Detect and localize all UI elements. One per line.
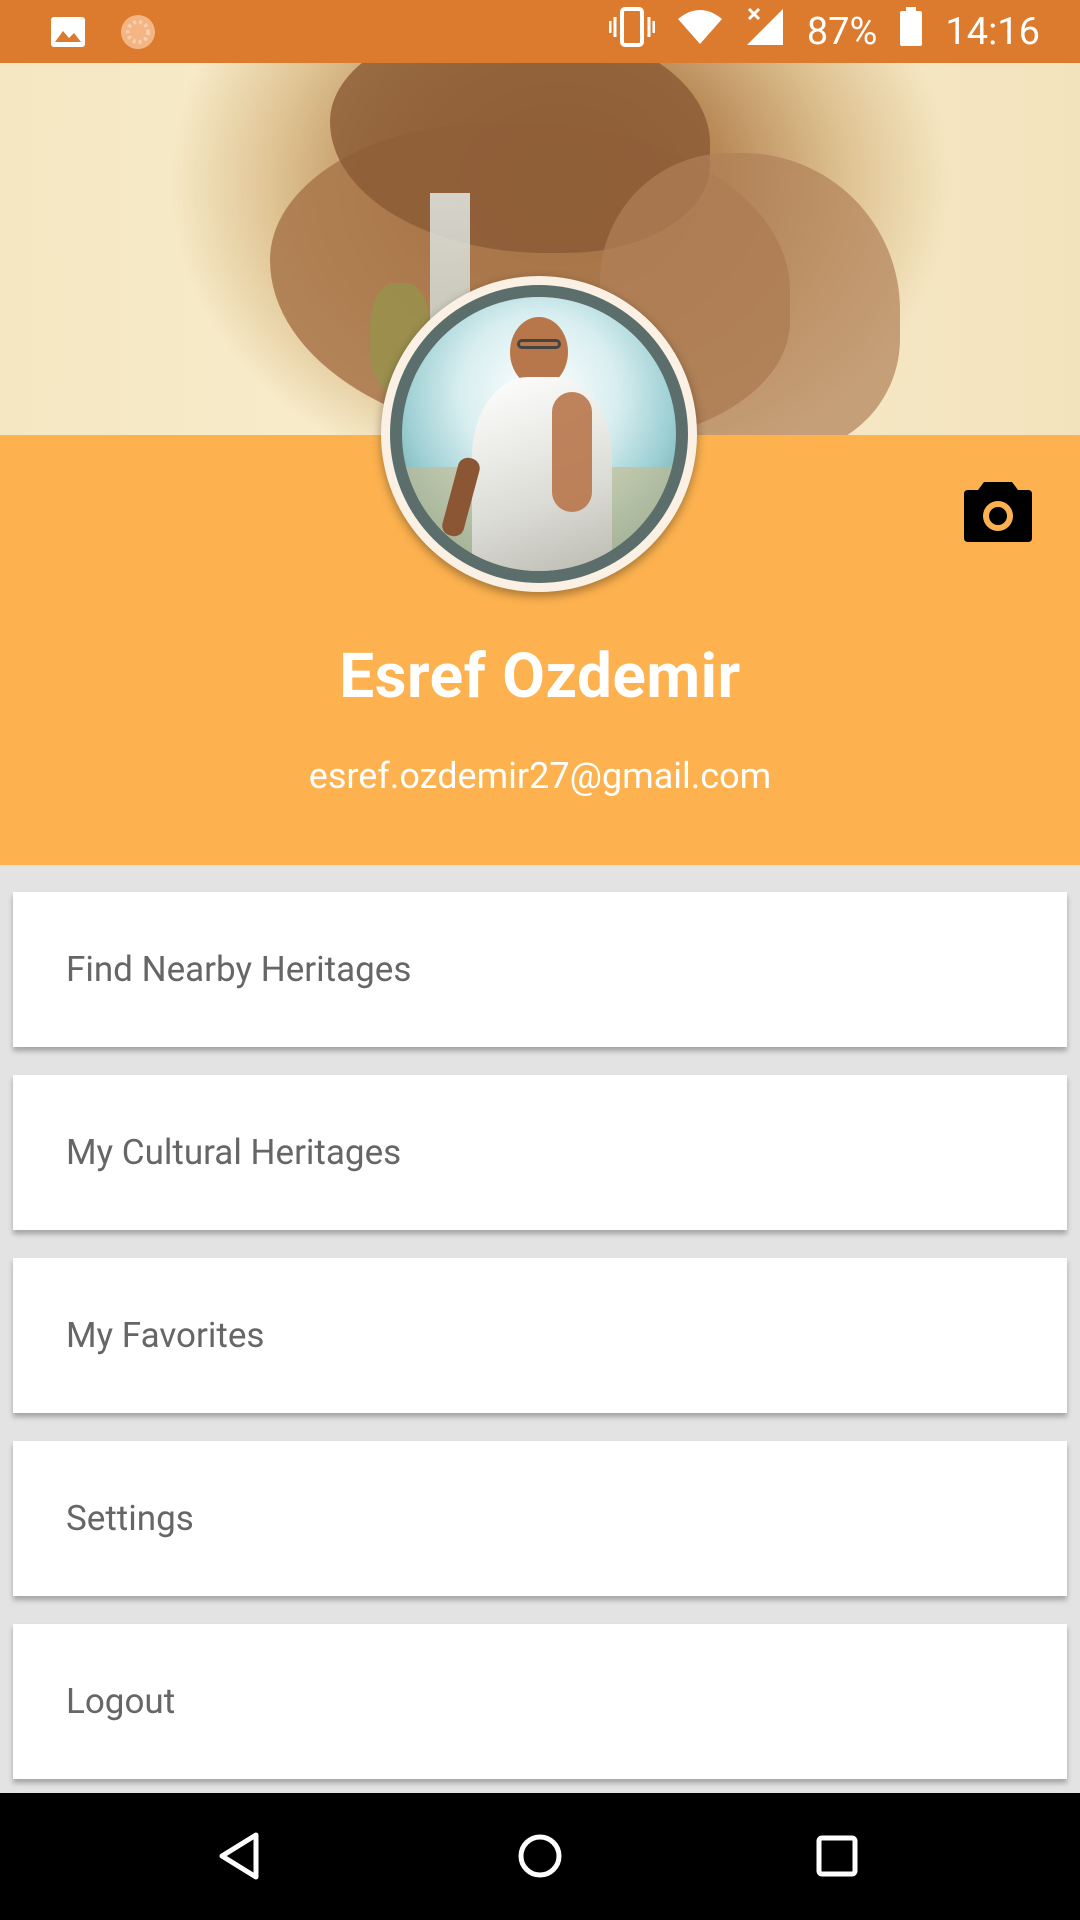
battery-icon [899, 6, 923, 57]
signal-icon [745, 7, 785, 57]
battery-percent: 87% [806, 9, 878, 54]
profile-name: Esref Ozdemir [339, 640, 741, 713]
image-notification-icon [50, 16, 86, 52]
clock: 14:16 [945, 9, 1040, 54]
status-notifications [50, 12, 158, 56]
system-navigation-bar [0, 1793, 1080, 1920]
menu-item-logout[interactable]: Logout [13, 1624, 1067, 1779]
status-bar: 87% 14:16 [0, 0, 1080, 63]
menu-item-my-favorites[interactable]: My Favorites [13, 1258, 1067, 1413]
menu-item-label: Settings [66, 1498, 194, 1539]
menu-item-label: Find Nearby Heritages [66, 949, 412, 990]
home-icon[interactable] [507, 1823, 573, 1889]
back-icon[interactable] [208, 1823, 274, 1889]
menu-item-label: My Favorites [66, 1315, 265, 1356]
vibrate-icon [608, 6, 656, 57]
menu-item-label: My Cultural Heritages [66, 1132, 402, 1173]
wifi-icon [677, 9, 723, 55]
sync-notification-icon [118, 12, 158, 56]
menu-item-my-cultural-heritages[interactable]: My Cultural Heritages [13, 1075, 1067, 1230]
menu-item-label: Logout [66, 1681, 176, 1722]
camera-icon[interactable] [962, 478, 1034, 544]
recents-icon[interactable] [804, 1823, 870, 1889]
menu-item-settings[interactable]: Settings [13, 1441, 1067, 1596]
menu-item-find-nearby-heritages[interactable]: Find Nearby Heritages [13, 892, 1067, 1047]
profile-email: esref.ozdemir27@gmail.com [308, 755, 772, 797]
profile-avatar[interactable] [381, 276, 697, 592]
status-system: 87% 14:16 [608, 0, 1040, 63]
